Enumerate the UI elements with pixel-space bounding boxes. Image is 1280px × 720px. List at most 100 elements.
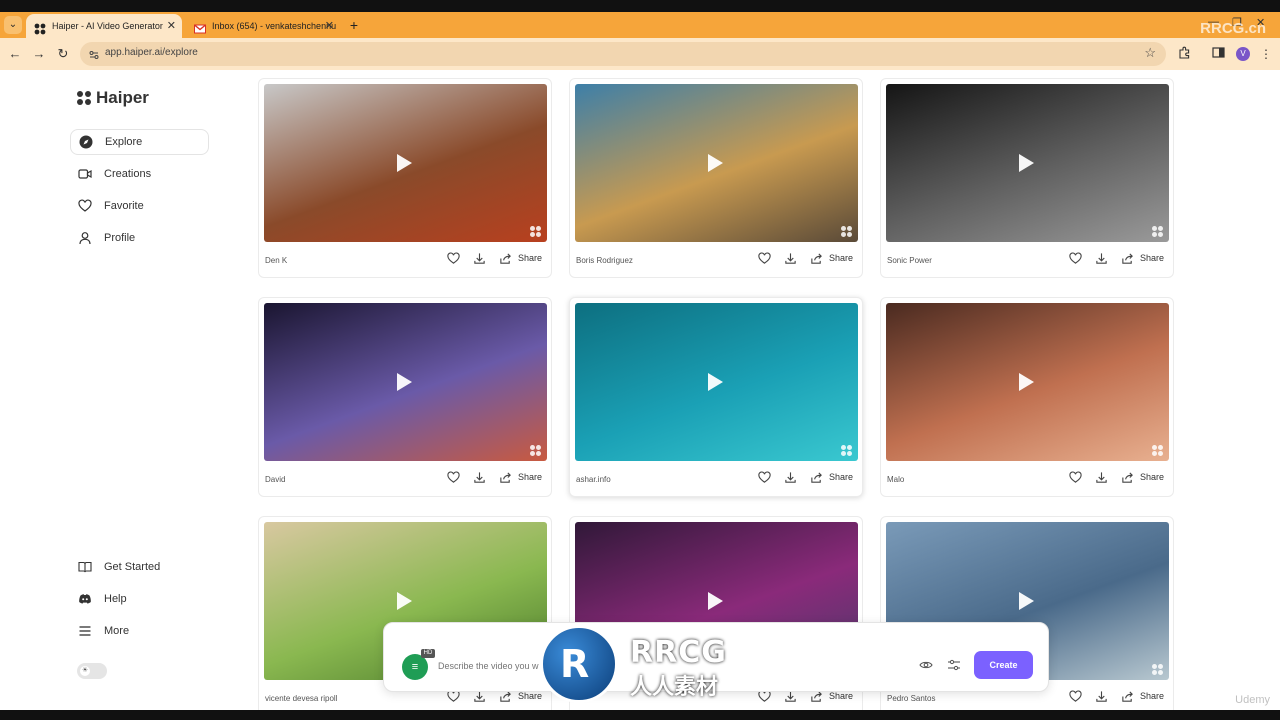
rrcg-title: RRCG [630, 635, 727, 670]
sidebar-item-more[interactable]: More [70, 618, 209, 644]
video-thumbnail[interactable] [886, 303, 1169, 461]
rrcg-logo-icon: R [540, 625, 618, 703]
like-heart-icon[interactable] [447, 251, 461, 265]
more-menu-icon[interactable]: ⋮ [1258, 46, 1274, 62]
download-icon[interactable] [473, 251, 487, 265]
creator-name[interactable]: Den K [265, 256, 287, 265]
share-icon [499, 470, 513, 484]
address-bar[interactable]: app.haiper.ai/explore ☆ [80, 42, 1166, 66]
forward-arrow-icon[interactable]: → [31, 46, 47, 62]
corner-watermark: RRCG.cn [1200, 20, 1266, 37]
reload-icon[interactable]: ↻ [55, 46, 71, 62]
play-icon[interactable] [397, 154, 412, 172]
new-tab-button[interactable]: + [346, 16, 362, 34]
creator-name[interactable]: Boris Rodriguez [576, 256, 633, 265]
heart-icon [78, 199, 92, 213]
share-button[interactable]: Share [810, 251, 853, 265]
eye-icon[interactable] [918, 657, 934, 673]
play-icon[interactable] [1019, 592, 1034, 610]
share-button[interactable]: Share [499, 470, 542, 484]
share-label: Share [1139, 472, 1164, 482]
share-button[interactable]: Share [810, 470, 853, 484]
share-icon [810, 470, 824, 484]
video-card[interactable]: Sonic Power Share [880, 78, 1174, 278]
share-icon [1121, 251, 1135, 265]
theme-toggle[interactable]: ☀ [77, 663, 107, 679]
video-thumbnail[interactable] [264, 84, 547, 242]
sidebar-item-label: Profile [104, 232, 136, 244]
sidebar-item-label: Explore [105, 136, 143, 148]
close-tab-icon[interactable]: ✕ [325, 14, 334, 38]
like-heart-icon[interactable] [758, 470, 772, 484]
download-icon[interactable] [1095, 470, 1109, 484]
share-label: Share [1139, 253, 1164, 263]
sidebar-item-label: More [104, 625, 130, 637]
video-thumbnail[interactable] [886, 84, 1169, 242]
tab-gmail[interactable]: Inbox (654) - venkateshchennu ✕ [186, 14, 340, 38]
sidebar-item-help[interactable]: Help [70, 586, 209, 612]
creator-name[interactable]: Pedro Santos [887, 694, 935, 703]
share-label: Share [517, 691, 542, 701]
profile-avatar[interactable]: V [1236, 47, 1250, 61]
video-thumbnail[interactable] [575, 84, 858, 242]
video-card[interactable]: Den K Share [258, 78, 552, 278]
back-arrow-icon[interactable]: ← [7, 46, 23, 62]
video-card[interactable]: David Share [258, 297, 552, 497]
share-button[interactable]: Share [1121, 470, 1164, 484]
gmail-favicon [194, 20, 206, 34]
book-icon [78, 560, 92, 574]
sidebar-item-label: Get Started [104, 561, 161, 573]
extensions-icon[interactable] [1176, 46, 1192, 62]
like-heart-icon[interactable] [1069, 251, 1083, 265]
download-icon[interactable] [784, 470, 798, 484]
video-card[interactable]: Boris Rodriguez Share [569, 78, 863, 278]
creator-name[interactable]: Malo [887, 475, 904, 484]
share-label: Share [828, 253, 853, 263]
play-icon[interactable] [708, 592, 723, 610]
share-button[interactable]: Share [499, 251, 542, 265]
haiper-logo[interactable]: Haiper [77, 88, 149, 108]
play-icon[interactable] [397, 373, 412, 391]
creator-name[interactable]: vicente devesa ripoll [265, 694, 337, 703]
tab-search-button[interactable]: ⌄ [4, 16, 22, 34]
download-icon[interactable] [473, 470, 487, 484]
settings-sliders-icon[interactable] [946, 657, 962, 673]
play-icon[interactable] [1019, 154, 1034, 172]
browser-toolbar: ← → ↻ app.haiper.ai/explore ☆ V ⋮ [0, 38, 1280, 70]
like-heart-icon[interactable] [1069, 689, 1083, 703]
site-info-icon[interactable] [88, 48, 100, 60]
creator-name[interactable]: Sonic Power [887, 256, 932, 265]
play-icon[interactable] [1019, 373, 1034, 391]
creator-name[interactable]: David [265, 475, 285, 484]
share-label: Share [828, 472, 853, 482]
haiper-watermark-icon [1152, 664, 1163, 675]
download-icon[interactable] [1095, 251, 1109, 265]
share-button[interactable]: Share [1121, 251, 1164, 265]
video-card[interactable]: Malo Share [880, 297, 1174, 497]
like-heart-icon[interactable] [758, 251, 772, 265]
like-heart-icon[interactable] [447, 470, 461, 484]
play-icon[interactable] [708, 154, 723, 172]
menu-icon [78, 624, 92, 638]
bookmark-star-icon[interactable]: ☆ [1144, 45, 1156, 61]
sidebar-item-get-started[interactable]: Get Started [70, 554, 209, 580]
video-thumbnail[interactable] [264, 303, 547, 461]
download-icon[interactable] [784, 251, 798, 265]
sidebar-item-profile[interactable]: Profile [70, 225, 209, 251]
play-icon[interactable] [708, 373, 723, 391]
rrcg-watermark-logo: R RRCG 人人素材 [540, 625, 740, 705]
video-thumbnail[interactable] [575, 303, 858, 461]
side-panel-icon[interactable] [1210, 46, 1226, 62]
sidebar-item-creations[interactable]: Creations [70, 161, 209, 187]
play-icon[interactable] [397, 592, 412, 610]
sidebar-item-favorite[interactable]: Favorite [70, 193, 209, 219]
creator-name[interactable]: ashar.info [576, 475, 611, 484]
create-button[interactable]: Create [974, 651, 1033, 679]
tab-haiper[interactable]: Haiper - AI Video Generator ✕ [26, 14, 182, 38]
like-heart-icon[interactable] [1069, 470, 1083, 484]
video-card[interactable]: ashar.info Share [569, 297, 863, 497]
download-icon[interactable] [1095, 689, 1109, 703]
share-button[interactable]: Share [1121, 689, 1164, 703]
close-tab-icon[interactable]: ✕ [167, 14, 176, 38]
sidebar-item-explore[interactable]: Explore [70, 129, 209, 155]
